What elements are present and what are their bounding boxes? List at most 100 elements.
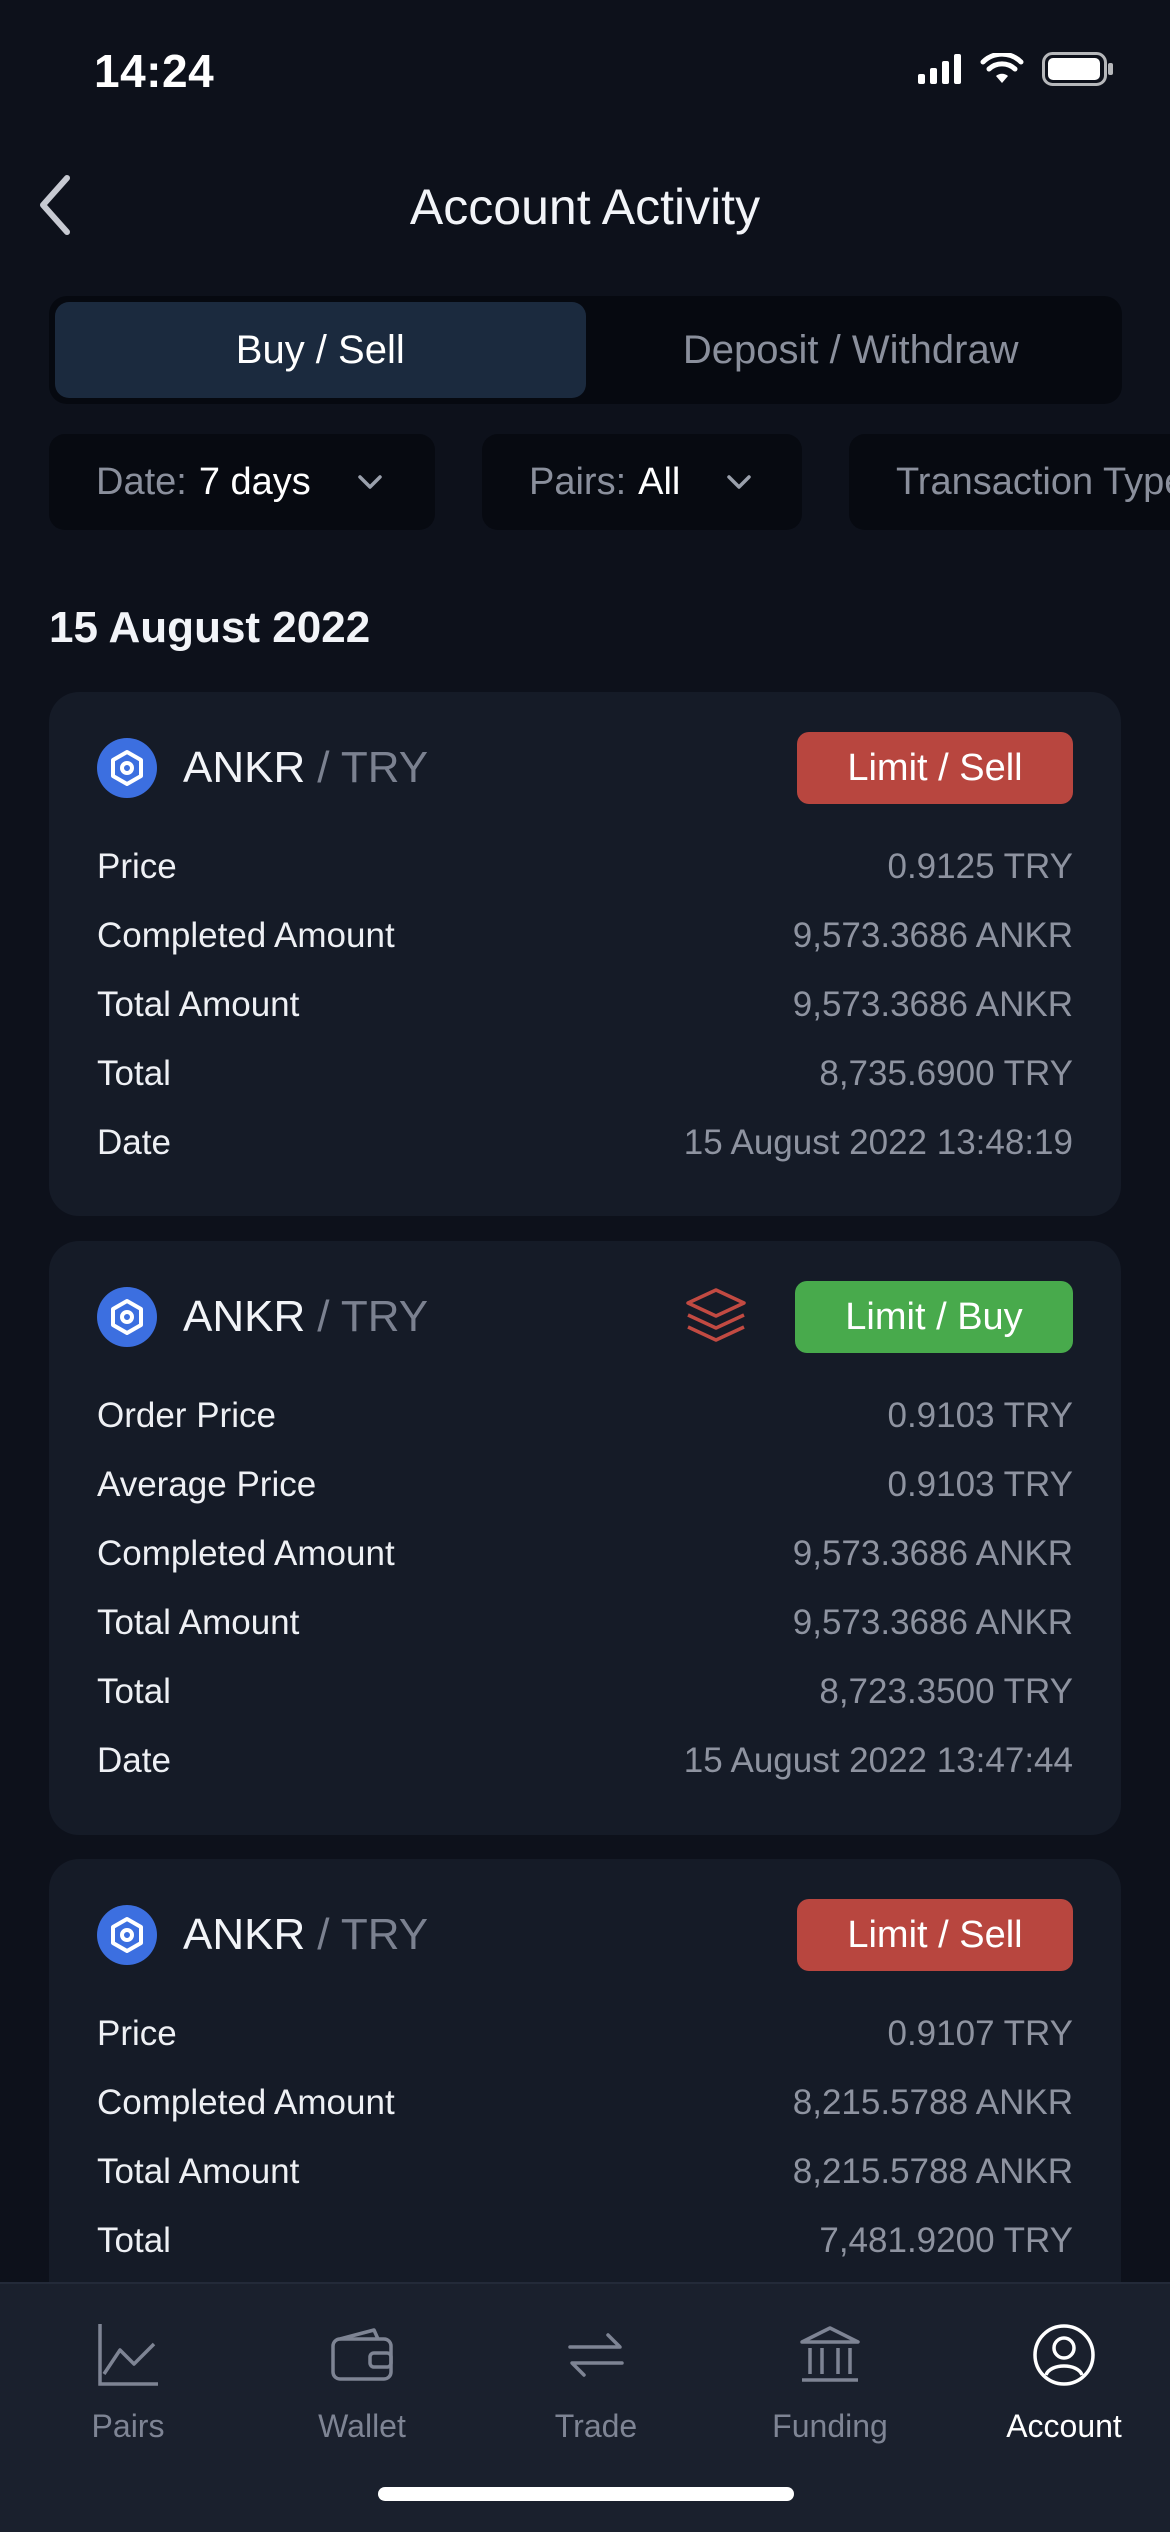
row-label: Completed Amount — [97, 915, 395, 955]
tab-buy-sell[interactable]: Buy / Sell — [55, 302, 586, 398]
row-value: 8,735.6900 TRY — [819, 1053, 1073, 1093]
row-value: 9,573.3686 ANKR — [792, 1602, 1073, 1642]
tab-label: Trade — [554, 2408, 638, 2444]
row-label: Total Amount — [97, 984, 300, 1024]
swap-arrows-icon — [496, 2312, 696, 2398]
tab-label: Pairs — [91, 2408, 165, 2444]
row-label: Total — [97, 2220, 171, 2260]
pair-quote: / TRY — [317, 743, 429, 792]
chevron-down-icon — [357, 474, 383, 490]
date-filter-label: Date: — [96, 460, 187, 503]
tab-deposit-withdraw[interactable]: Deposit / Withdraw — [586, 302, 1117, 398]
row-label: Completed Amount — [97, 2082, 395, 2122]
status-icons — [918, 52, 1114, 86]
ankr-coin-icon — [97, 738, 157, 798]
transaction-type-filter-label: Transaction Type — [896, 460, 1170, 503]
row-label: Total — [97, 1053, 171, 1093]
chevron-down-icon — [726, 474, 752, 490]
row-value: 8,723.3500 TRY — [819, 1671, 1073, 1711]
transaction-type-filter[interactable]: Transaction Type — [849, 434, 1170, 530]
order-row: Date 15 August 2022 13:48:19 — [97, 1108, 1073, 1177]
ankr-coin-icon — [97, 1905, 157, 1965]
row-value: 8,215.5788 ANKR — [792, 2082, 1073, 2122]
tab-account[interactable]: Account — [964, 2312, 1164, 2445]
order-type-badge: Limit / Sell — [797, 732, 1073, 804]
tab-label: Funding — [772, 2408, 888, 2444]
row-value: 7,481.9200 TRY — [819, 2220, 1073, 2260]
row-label: Price — [97, 2013, 177, 2053]
order-card[interactable]: ANKR / TRY Limit / Sell Price 0.9107 TRY … — [49, 1859, 1121, 2319]
order-card-header: ANKR / TRY Limit / Buy — [97, 1279, 1073, 1355]
row-value: 9,573.3686 ANKR — [792, 915, 1073, 955]
order-row: Price 0.9107 TRY — [97, 1999, 1073, 2068]
row-value: 8,215.5788 ANKR — [792, 2151, 1073, 2191]
order-type-badge: Limit / Sell — [797, 1899, 1073, 1971]
row-label: Completed Amount — [97, 1533, 395, 1573]
order-row: Total 8,723.3500 TRY — [97, 1657, 1073, 1726]
order-card[interactable]: ANKR / TRY Limit / Sell Price 0.9125 TRY … — [49, 692, 1121, 1216]
order-row: Total Amount 8,215.5788 ANKR — [97, 2137, 1073, 2206]
order-card-header: ANKR / TRY Limit / Sell — [97, 730, 1073, 806]
pair-base: ANKR — [183, 743, 306, 792]
pairs-filter-label: Pairs: — [529, 460, 627, 503]
order-row: Total 7,481.9200 TRY — [97, 2206, 1073, 2275]
ankr-coin-icon — [97, 1287, 157, 1347]
order-row: Date 15 August 2022 13:47:44 — [97, 1726, 1073, 1795]
row-label: Date — [97, 1122, 171, 1162]
segmented-control: Buy / Sell Deposit / Withdraw — [49, 296, 1122, 404]
signal-icon — [918, 54, 961, 84]
pair-quote: / TRY — [317, 1910, 429, 1959]
pairs-filter-value: All — [638, 460, 681, 503]
pair-quote: / TRY — [317, 1292, 429, 1341]
order-row: Total 8,735.6900 TRY — [97, 1039, 1073, 1108]
status-bar: 14:24 — [0, 0, 1170, 150]
bank-icon — [730, 2312, 930, 2398]
tab-label: Wallet — [318, 2408, 406, 2444]
order-row: Order Price 0.9103 TRY — [97, 1381, 1073, 1450]
pair-base: ANKR — [183, 1292, 306, 1341]
filter-bar: Date: 7 days Pairs: All Transaction Type — [49, 434, 1170, 530]
tab-wallet[interactable]: Wallet — [262, 2312, 462, 2445]
page-title: Account Activity — [409, 179, 761, 235]
row-label: Price — [97, 846, 177, 886]
row-value: 0.9103 TRY — [887, 1395, 1073, 1435]
date-filter[interactable]: Date: 7 days — [49, 434, 435, 530]
order-card-header: ANKR / TRY Limit / Sell — [97, 1897, 1073, 1973]
section-date-header: 15 August 2022 — [49, 603, 371, 652]
pairs-filter[interactable]: Pairs: All — [482, 434, 802, 530]
row-label: Order Price — [97, 1395, 276, 1435]
row-value: 9,573.3686 ANKR — [792, 984, 1073, 1024]
row-label: Total Amount — [97, 2151, 300, 2191]
row-value: 9,573.3686 ANKR — [792, 1533, 1073, 1573]
row-value: 0.9125 TRY — [887, 846, 1073, 886]
tab-funding[interactable]: Funding — [730, 2312, 930, 2445]
row-label: Average Price — [97, 1464, 317, 1504]
order-row: Total Amount 9,573.3686 ANKR — [97, 1588, 1073, 1657]
order-row: Completed Amount 8,215.5788 ANKR — [97, 2068, 1073, 2137]
home-indicator[interactable] — [378, 2487, 794, 2501]
tab-label: Account — [1006, 2408, 1122, 2444]
row-label: Total — [97, 1671, 171, 1711]
wifi-icon — [980, 53, 1024, 83]
pair-base: ANKR — [183, 1910, 306, 1959]
order-type-badge: Limit / Buy — [795, 1281, 1073, 1353]
battery-icon — [1042, 52, 1113, 86]
date-filter-value: 7 days — [198, 460, 311, 503]
status-time: 14:24 — [94, 45, 215, 97]
tab-trade[interactable]: Trade — [496, 2312, 696, 2445]
order-row: Total Amount 9,573.3686 ANKR — [97, 970, 1073, 1039]
row-value: 15 August 2022 13:48:19 — [683, 1122, 1073, 1162]
chart-line-icon — [28, 2312, 228, 2398]
order-row: Completed Amount 9,573.3686 ANKR — [97, 1519, 1073, 1588]
layers-icon[interactable] — [681, 1282, 751, 1352]
order-card[interactable]: ANKR / TRY Limit / Buy Order Price 0.9103… — [49, 1241, 1121, 1835]
wallet-icon — [262, 2312, 462, 2398]
order-row: Completed Amount 9,573.3686 ANKR — [97, 901, 1073, 970]
order-row: Average Price 0.9103 TRY — [97, 1450, 1073, 1519]
row-value: 0.9103 TRY — [887, 1464, 1073, 1504]
row-label: Date — [97, 1740, 171, 1780]
order-row: Price 0.9125 TRY — [97, 832, 1073, 901]
row-value: 0.9107 TRY — [887, 2013, 1073, 2053]
row-value: 15 August 2022 13:47:44 — [683, 1740, 1073, 1780]
tab-pairs[interactable]: Pairs — [28, 2312, 228, 2445]
